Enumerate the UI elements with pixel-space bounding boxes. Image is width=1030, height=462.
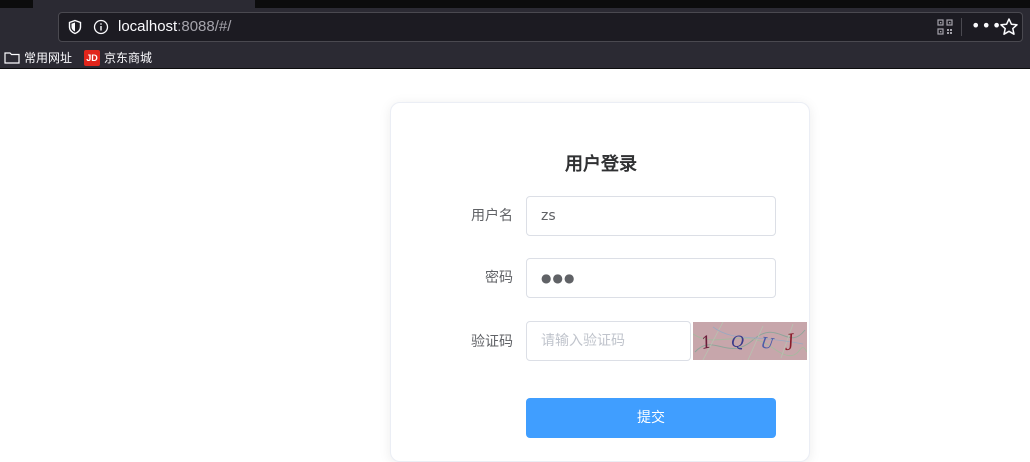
username-label: 用户名 bbox=[471, 208, 513, 224]
qr-code-icon[interactable] bbox=[937, 19, 953, 35]
bookmark-star-icon[interactable] bbox=[999, 17, 1019, 37]
captcha-label: 验证码 bbox=[471, 334, 513, 350]
tab-strip bbox=[0, 0, 1030, 8]
url-path: :8088/#/ bbox=[177, 18, 232, 35]
address-bar[interactable]: localhost:8088/#/ ••• bbox=[58, 12, 1023, 42]
bookmarks-bar: 常用网址 JD 京东商城 bbox=[0, 46, 1030, 69]
bookmark-jd[interactable]: JD 京东商城 bbox=[84, 49, 152, 66]
login-card: 用户登录 用户名 zs 密码 ●●● 验证码 请输入验证码 1 Q U J 提交 bbox=[390, 102, 810, 462]
username-input[interactable]: zs bbox=[526, 196, 776, 236]
shield-icon[interactable] bbox=[67, 19, 83, 35]
captcha-char: Q bbox=[731, 332, 744, 351]
page-body: 用户登录 用户名 zs 密码 ●●● 验证码 请输入验证码 1 Q U J 提交 bbox=[0, 70, 1030, 462]
captcha-char: 1 bbox=[699, 332, 714, 354]
bookmark-label: 京东商城 bbox=[104, 51, 153, 65]
active-tab[interactable] bbox=[33, 0, 255, 8]
bookmark-common-sites[interactable]: 常用网址 bbox=[4, 49, 72, 66]
password-input[interactable]: ●●● bbox=[526, 258, 776, 298]
url-text[interactable]: localhost:8088/#/ bbox=[118, 17, 231, 37]
submit-button[interactable]: 提交 bbox=[526, 398, 776, 438]
folder-icon bbox=[4, 52, 20, 64]
more-actions-icon[interactable]: ••• bbox=[971, 16, 1002, 36]
bookmark-label: 常用网址 bbox=[24, 51, 73, 65]
jd-icon: JD bbox=[84, 49, 100, 66]
password-label: 密码 bbox=[485, 270, 513, 286]
captcha-char: U bbox=[760, 334, 776, 354]
login-title: 用户登录 bbox=[565, 154, 637, 175]
url-host: localhost bbox=[118, 18, 178, 35]
browser-toolbar: localhost:8088/#/ ••• bbox=[0, 8, 1030, 46]
info-icon[interactable] bbox=[93, 19, 109, 35]
toolbar-separator bbox=[961, 18, 962, 36]
captcha-input[interactable]: 请输入验证码 bbox=[526, 321, 691, 361]
captcha-image[interactable]: 1 Q U J bbox=[693, 322, 807, 360]
